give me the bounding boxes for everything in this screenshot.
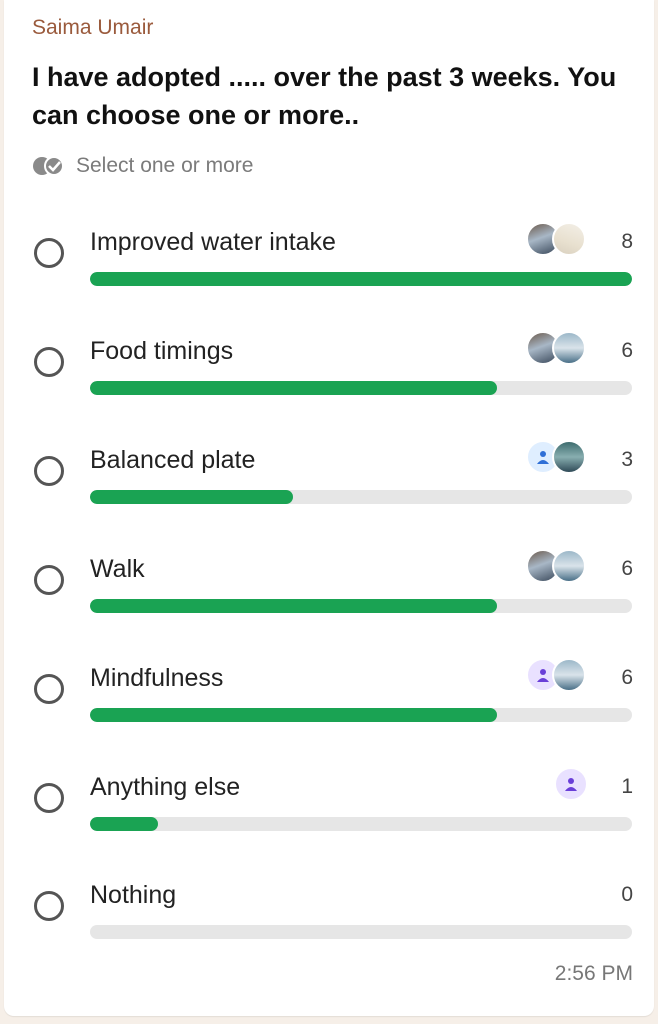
vote-count: 8 (621, 230, 633, 253)
message-timestamp: 2:56 PM (554, 962, 633, 985)
vote-count: 6 (621, 557, 633, 580)
option-label: Walk (90, 555, 145, 583)
poll-option[interactable]: Improved water intake 8 (4, 222, 654, 322)
vote-bar (90, 490, 632, 504)
poll-message-card: Saima Umair I have adopted ..... over th… (4, 0, 654, 1016)
photo-avatar (552, 658, 586, 692)
poll-option[interactable]: Walk 6 (4, 549, 654, 649)
poll-option[interactable]: Anything else 1 (4, 767, 654, 867)
double-check-icon (33, 156, 64, 176)
default-user-icon (554, 767, 588, 801)
voter-avatars[interactable] (526, 440, 590, 476)
option-label: Balanced plate (90, 446, 256, 474)
radio-button[interactable] (34, 565, 64, 595)
radio-button[interactable] (34, 238, 64, 268)
vote-count: 6 (621, 339, 633, 362)
photo-avatar (552, 222, 586, 256)
vote-count: 3 (621, 448, 633, 471)
vote-bar (90, 381, 632, 395)
photo-avatar (552, 440, 586, 474)
option-label: Nothing (90, 881, 177, 909)
voter-avatars[interactable] (526, 549, 590, 585)
photo-avatar (552, 549, 586, 583)
poll-option[interactable]: Nothing 0 (4, 875, 654, 975)
vote-bar-fill (90, 381, 497, 395)
voter-avatars[interactable] (552, 767, 590, 803)
option-label: Mindfulness (90, 664, 224, 692)
poll-option[interactable]: Food timings 6 (4, 331, 654, 431)
vote-bar (90, 272, 632, 286)
vote-count: 1 (621, 775, 633, 798)
option-label: Anything else (90, 773, 241, 801)
radio-button[interactable] (34, 347, 64, 377)
option-label: Improved water intake (90, 228, 336, 256)
vote-bar (90, 599, 632, 613)
voter-avatars[interactable] (526, 331, 590, 367)
select-hint: Select one or more (32, 152, 253, 180)
poll-question: I have adopted ..... over the past 3 wee… (32, 62, 617, 130)
select-hint-text: Select one or more (76, 154, 254, 177)
sender-name[interactable]: Saima Umair (32, 16, 153, 40)
poll-option[interactable]: Balanced plate 3 (4, 440, 654, 540)
vote-bar-fill (90, 272, 632, 286)
vote-bar-fill (90, 708, 497, 722)
voter-avatars[interactable] (526, 222, 590, 258)
radio-button[interactable] (34, 891, 64, 921)
poll-option[interactable]: Mindfulness 6 (4, 658, 654, 758)
vote-bar (90, 708, 632, 722)
vote-bar-fill (90, 599, 497, 613)
radio-button[interactable] (34, 674, 64, 704)
option-label: Food timings (90, 337, 234, 365)
vote-bar (90, 817, 632, 831)
vote-bar-fill (90, 817, 158, 831)
radio-button[interactable] (34, 456, 64, 486)
vote-count: 0 (621, 883, 633, 906)
vote-count: 6 (621, 666, 633, 689)
vote-bar (90, 925, 632, 939)
radio-button[interactable] (34, 783, 64, 813)
photo-avatar (552, 331, 586, 365)
voter-avatars[interactable] (526, 658, 590, 694)
vote-bar-fill (90, 490, 294, 504)
